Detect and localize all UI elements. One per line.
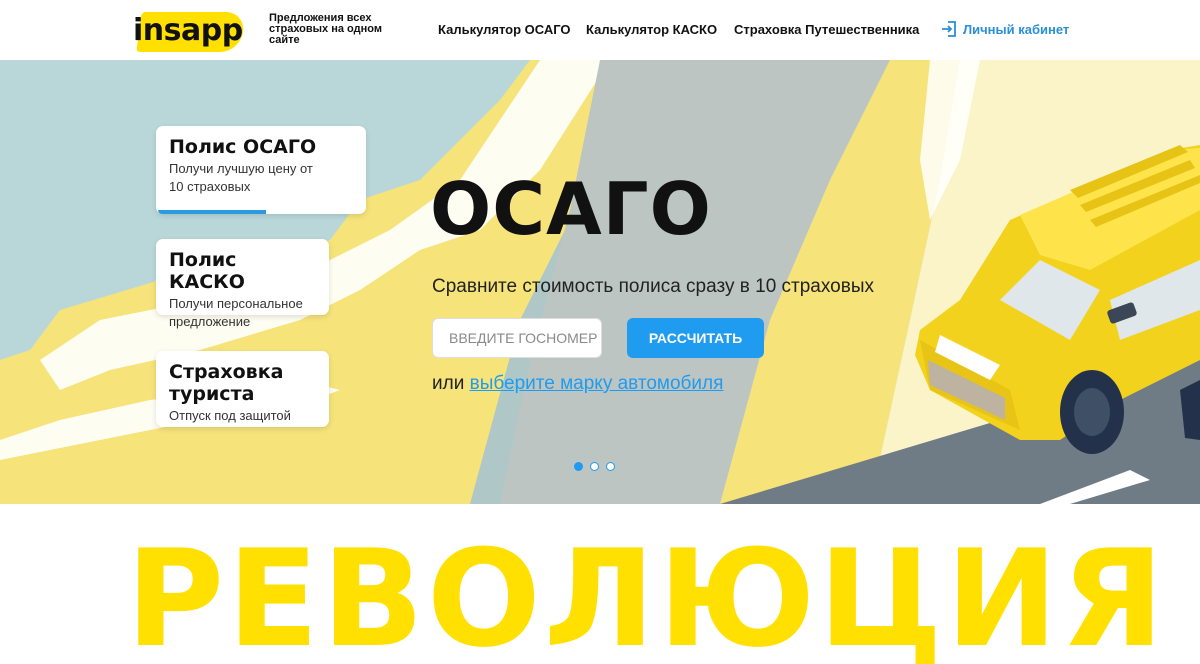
calculate-button[interactable]: РАССЧИТАТЬ (627, 318, 764, 358)
card-osago[interactable]: Полис ОСАГО Получи лучшую цену от 10 стр… (156, 126, 366, 214)
card-travel-subtitle: Отпуск под защитой (169, 408, 291, 423)
card-osago-subtitle: Получи лучшую цену от 10 страховых (169, 161, 313, 194)
card-kasko[interactable]: Полис КАСКО Получи персональное предложе… (156, 239, 329, 329)
card-travel-title: Страховка туриста (169, 361, 284, 405)
brand-select-line: или выберите марку автомобиля (432, 373, 723, 395)
card-active-indicator (158, 210, 266, 214)
site-tagline: Предложения всех страховых на одном сайт… (269, 12, 382, 46)
hero-section: Полис ОСАГО Получи лучшую цену от 10 стр… (0, 60, 1200, 504)
login-icon (941, 20, 957, 38)
slide-dot-3[interactable] (606, 462, 615, 471)
insapp-logo[interactable]: insapp (133, 8, 246, 54)
nav-osago-calculator[interactable]: Калькулятор ОСАГО (438, 22, 571, 37)
logo-text: insapp (133, 13, 243, 48)
card-kasko-title: Полис КАСКО (169, 249, 245, 293)
hero-subtitle: Сравните стоимость полиса сразу в 10 стр… (432, 276, 874, 297)
account-label: Личный кабинет (963, 21, 1070, 37)
card-kasko-subtitle: Получи персональное предложение (169, 296, 303, 329)
promo-banner: РЕВОЛЮЦИЯ (0, 522, 1200, 664)
slide-dot-1[interactable] (574, 462, 583, 471)
site-header: insapp Предложения всех страховых на одн… (0, 0, 1200, 60)
slide-dot-2[interactable] (590, 462, 599, 471)
or-text: или (432, 373, 470, 394)
nav-travel-insurance[interactable]: Страховка Путешественника (734, 22, 919, 37)
card-osago-title: Полис ОСАГО (169, 136, 317, 158)
slider-pagination (574, 462, 615, 471)
banner-headline: РЕВОЛЮЦИЯ (126, 522, 1168, 664)
nav-kasko-calculator[interactable]: Калькулятор КАСКО (586, 22, 717, 37)
select-brand-link[interactable]: выберите марку автомобиля (470, 373, 724, 394)
account-link[interactable]: Личный кабинет (941, 20, 1069, 38)
hero-title: ОСАГО (430, 167, 712, 251)
card-travel[interactable]: Страховка туриста Отпуск под защитой (156, 351, 329, 427)
plate-number-input[interactable] (432, 318, 602, 358)
